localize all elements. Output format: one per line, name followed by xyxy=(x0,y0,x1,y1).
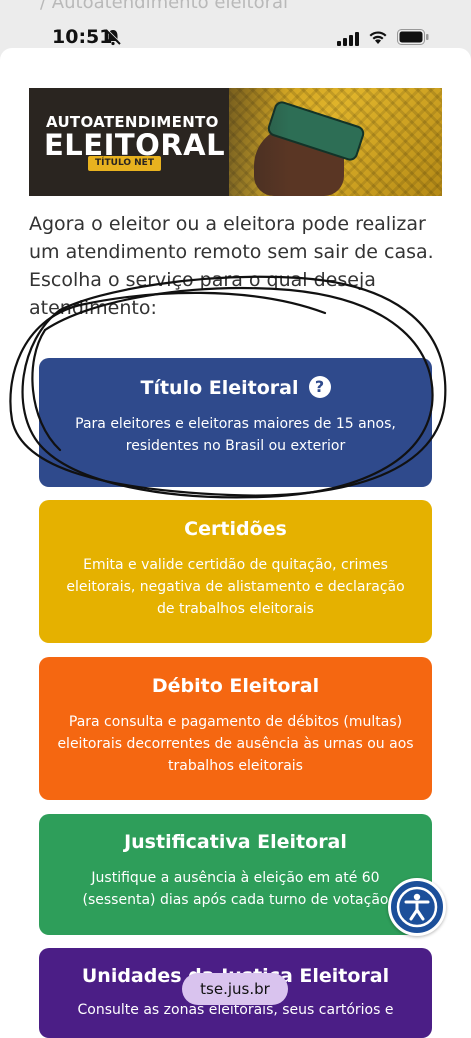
wifi-icon xyxy=(368,29,388,49)
card-title: Certidões xyxy=(184,518,287,540)
signal-icon xyxy=(337,31,361,50)
card-title: Justificativa Eleitoral xyxy=(124,831,347,853)
card-description: Justifique a ausência à eleição em até 6… xyxy=(82,870,389,908)
card-title: Débito Eleitoral xyxy=(151,675,320,697)
accessibility-icon xyxy=(396,886,438,928)
card-title-text: Título Eleitoral xyxy=(140,377,299,399)
intro-text: Agora o eleitor ou a eleitora pode reali… xyxy=(29,213,434,319)
card-description: Para consulta e pagamento de débitos (mu… xyxy=(57,714,414,774)
card-titulo-eleitoral[interactable]: Título Eleitoral? Para eleitores e eleit… xyxy=(39,358,432,487)
card-title: Título Eleitoral? xyxy=(57,376,414,399)
help-icon[interactable]: ? xyxy=(308,376,331,398)
battery-icon xyxy=(397,29,429,49)
card-description: Para eleitores e eleitoras maiores de 15… xyxy=(75,416,396,454)
accessibility-button[interactable] xyxy=(388,878,446,936)
autoatendimento-banner: AUTOATENDIMENTO ELEITORAL TÍTULO NET xyxy=(29,88,442,196)
bell-muted-icon xyxy=(104,28,122,50)
card-description: Emita e valide certidão de quitação, cri… xyxy=(66,557,405,617)
url-pill[interactable]: tse.jus.br xyxy=(182,973,288,1005)
card-justificativa-eleitoral[interactable]: Justificativa Eleitoral Justifique a aus… xyxy=(39,814,432,935)
banner-badge: TÍTULO NET xyxy=(88,156,161,171)
card-debito-eleitoral[interactable]: Débito Eleitoral Para consulta e pagamen… xyxy=(39,657,432,800)
status-bar: 10:51 xyxy=(0,18,471,60)
background-breadcrumb: / Autoatendimento eleitoral xyxy=(40,0,289,13)
card-certidoes[interactable]: Certidões Emita e valide certidão de qui… xyxy=(39,500,432,643)
